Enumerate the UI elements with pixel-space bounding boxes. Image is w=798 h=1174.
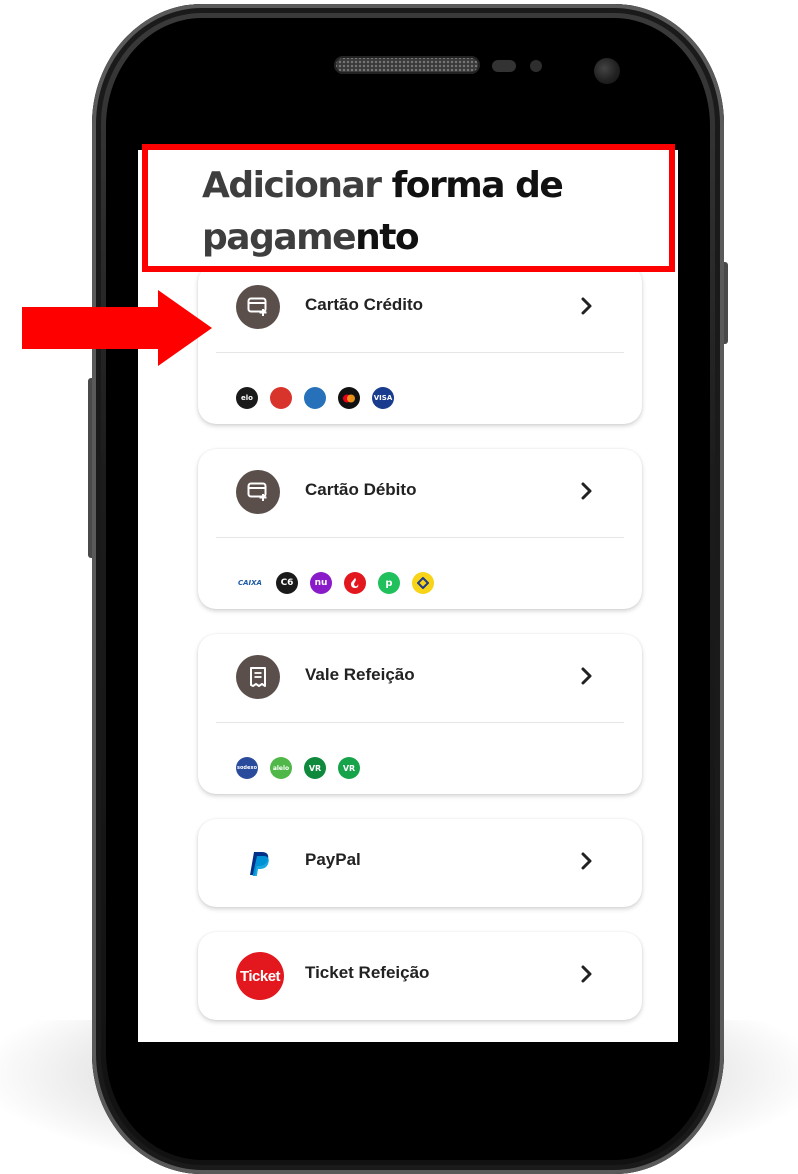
payment-option-meal-voucher[interactable]: Vale Refeição sodexo alelo VR VR	[198, 634, 642, 794]
brand-list: sodexo alelo VR VR	[236, 756, 360, 780]
chevron-right-icon	[581, 667, 592, 685]
paypal-icon	[250, 852, 269, 876]
elo-icon: elo	[236, 387, 258, 409]
nubank-icon: nu	[310, 572, 332, 594]
chevron-right-icon	[581, 965, 592, 983]
amex-icon	[304, 387, 326, 409]
chevron-right-icon	[581, 297, 592, 315]
divider	[216, 537, 624, 538]
card-add-icon	[236, 285, 280, 329]
sodexo-icon: sodexo	[236, 757, 258, 779]
payment-option-paypal[interactable]: PayPal	[198, 819, 642, 907]
proximity-sensor	[492, 60, 516, 72]
divider	[216, 722, 624, 723]
payment-option-debit-card[interactable]: Cartão Débito CAIXA C6 nu p	[198, 449, 642, 609]
c6-icon: C6	[276, 572, 298, 594]
title-highlight-box: Adicionar forma de pagamento	[142, 144, 675, 272]
title-text-2: forma de	[391, 165, 564, 206]
brand-list: CAIXA C6 nu p	[236, 571, 434, 595]
red-arrow-icon	[22, 290, 212, 366]
brand-list: elo VISA	[236, 386, 394, 410]
vr-refeicao-icon: VR	[338, 757, 360, 779]
visa-icon: VISA	[372, 387, 394, 409]
banco-do-brasil-icon	[412, 572, 434, 594]
divider	[216, 352, 624, 353]
title-text-3: pagame	[202, 217, 357, 258]
picpay-icon: p	[378, 572, 400, 594]
receipt-icon	[236, 655, 280, 699]
santander-icon	[344, 572, 366, 594]
payment-option-ticket[interactable]: Ticket Ticket Refeição	[198, 932, 642, 1020]
chevron-right-icon	[581, 482, 592, 500]
card-add-icon	[236, 470, 280, 514]
option-label: Vale Refeição	[305, 665, 415, 684]
light-sensor	[530, 60, 542, 72]
option-label: Cartão Crédito	[305, 295, 424, 314]
title-text-1: Adicionar	[202, 165, 382, 206]
speaker-grille	[334, 56, 480, 74]
front-camera	[594, 58, 620, 84]
alelo-icon: alelo	[270, 757, 292, 779]
vr-icon: VR	[304, 757, 326, 779]
hipercard-icon	[270, 387, 292, 409]
option-label: Cartão Débito	[305, 480, 417, 499]
payment-option-credit-card[interactable]: Cartão Crédito elo VISA	[198, 264, 642, 424]
page-title: Adicionar forma de pagamento	[202, 160, 672, 264]
chevron-right-icon	[581, 852, 592, 870]
option-label: PayPal	[305, 850, 361, 869]
option-label: Ticket Refeição	[305, 963, 430, 982]
mastercard-icon	[338, 387, 360, 409]
caixa-icon: CAIXA	[238, 579, 262, 587]
title-text-4: nto	[355, 217, 420, 258]
ticket-icon: Ticket	[236, 952, 284, 1000]
